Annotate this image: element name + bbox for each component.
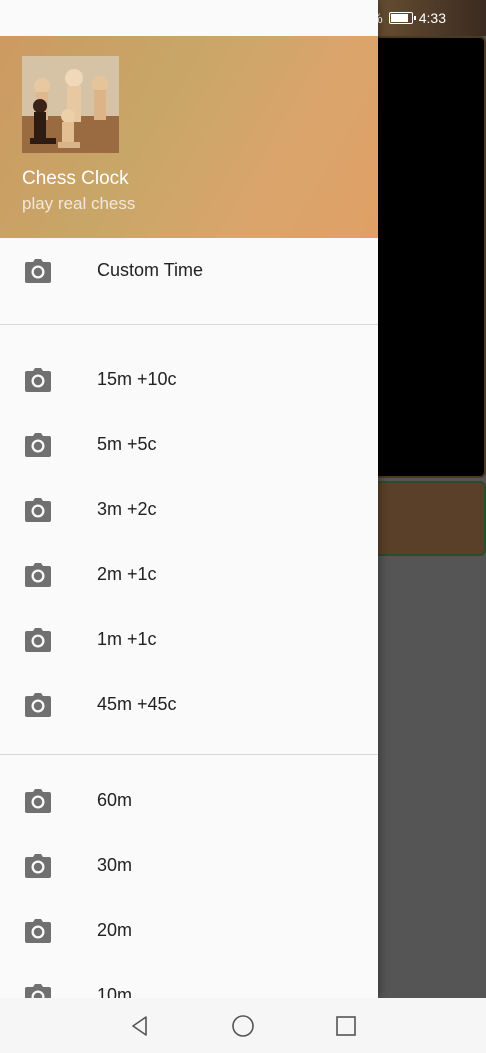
app-title: Chess Clock	[22, 168, 129, 189]
menu-item-label: 30m	[97, 855, 133, 875]
menu-item[interactable]: 10m	[0, 963, 378, 998]
camera-icon	[24, 918, 52, 944]
menu-item[interactable]: 30m	[0, 833, 378, 898]
menu-item-label: Custom Time	[97, 260, 204, 280]
menu-divider	[0, 754, 378, 755]
battery-icon	[388, 12, 416, 24]
drawer-header: Chess Clock play real chess	[0, 36, 378, 238]
camera-icon	[24, 497, 52, 523]
menu-item[interactable]: 1m +1c	[0, 607, 378, 672]
system-nav-bar	[0, 998, 486, 1053]
camera-icon	[24, 367, 52, 393]
menu-item-label: 2m +1c	[97, 564, 157, 584]
menu-item-label: 10m	[97, 985, 133, 998]
menu-item[interactable]: 2m +1c	[0, 542, 378, 607]
camera-icon	[24, 258, 52, 284]
recents-icon[interactable]	[334, 1014, 358, 1038]
camera-icon	[24, 692, 52, 718]
camera-icon	[24, 562, 52, 588]
menu-item-label: 1m +1c	[97, 629, 157, 649]
app-subtitle: play real chess	[22, 194, 136, 213]
menu-item-label: 20m	[97, 920, 133, 940]
menu-item[interactable]: 15m +10c	[0, 347, 378, 412]
menu-item-label: 3m +2c	[97, 499, 157, 519]
menu-item-label: 15m +10c	[97, 369, 177, 389]
camera-icon	[24, 853, 52, 879]
chess-pieces-image	[22, 56, 119, 153]
camera-icon	[24, 627, 52, 653]
menu-item[interactable]: 45m +45c	[0, 672, 378, 737]
navigation-drawer: Chess Clock play real chess Custom Time 1…	[0, 0, 378, 998]
menu-item-label: 5m +5c	[97, 434, 157, 454]
menu-item[interactable]: Custom Time	[0, 238, 378, 303]
menu-item[interactable]: 5m +5c	[0, 412, 378, 477]
home-icon[interactable]	[231, 1014, 255, 1038]
camera-icon	[24, 983, 52, 998]
menu-item[interactable]: 60m	[0, 768, 378, 833]
back-icon[interactable]	[128, 1014, 152, 1038]
camera-icon	[24, 432, 52, 458]
status-time: 4:33	[418, 10, 446, 26]
menu-item[interactable]: 3m +2c	[0, 477, 378, 542]
menu-item-label: 45m +45c	[97, 694, 177, 714]
menu-item-label: 60m	[97, 790, 133, 810]
drawer-menu: Custom Time 15m +10c 5m +5c 3m +2c 2m +1c 1m …	[0, 238, 378, 998]
menu-item[interactable]: 20m	[0, 898, 378, 963]
camera-icon	[24, 788, 52, 814]
menu-divider	[0, 324, 378, 325]
